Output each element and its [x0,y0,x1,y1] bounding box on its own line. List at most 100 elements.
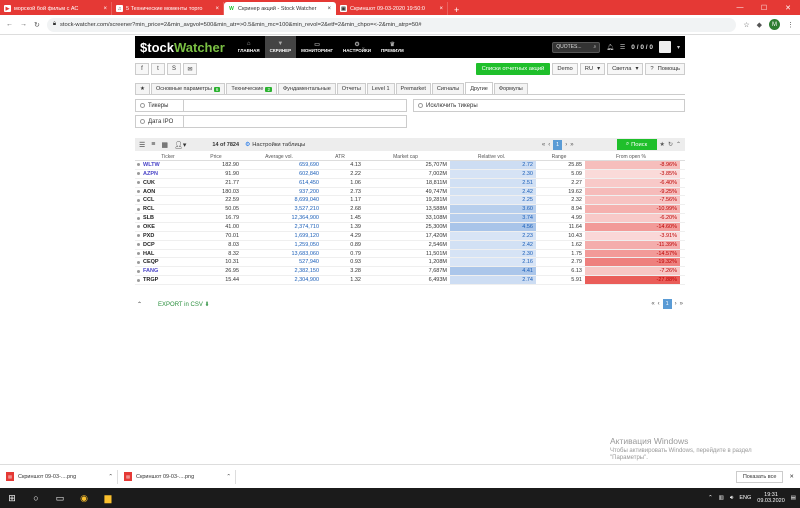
table-row[interactable]: CUK 21.77 614,450 1.06 18,811M 2.51 2.27 -6.40% [135,178,685,188]
page-number[interactable]: 1 [662,299,672,309]
page-number[interactable]: 1 [553,139,563,150]
ipo-date-filter[interactable]: Дата IPO [135,115,407,128]
cell-ticker[interactable]: SLB [143,214,193,222]
new-tab-icon[interactable]: + [448,5,465,15]
table-row[interactable]: CCL 22.59 8,699,040 1.17 19,281M 2.25 2.32 -7.5… [135,196,685,206]
network-icon[interactable]: ▥ [719,495,724,501]
twitter-icon[interactable]: t [151,63,165,75]
table-row[interactable]: FANG 26.95 2,382,150 3.28 7,687M 4.41 6.13 -7.2… [135,267,685,277]
col-price[interactable]: Price [193,153,239,160]
chrome-icon[interactable]: ◉ [76,490,92,506]
prev-page-icon[interactable]: ‹ [658,301,660,307]
menu-icon[interactable]: ⋮ [787,21,794,29]
cell-ticker[interactable]: FANG [143,267,193,275]
table-row[interactable]: AZPN 91.90 602,840 2.22 7,002M 2.30 5.09 -3.85% [135,169,685,179]
tab-main-params[interactable]: Основные параметры 6 [150,83,226,94]
prev-page-icon[interactable]: ‹ [548,142,550,148]
table-row[interactable]: CEQP 10.31 527,940 0.93 1,208M 2.16 2.79 -19.32… [135,258,685,268]
export-csv-link[interactable]: EXPORT in CSV ⬇ [158,301,210,308]
bell-icon[interactable]: 🔔︎ [606,44,614,51]
tab-technical[interactable]: Технические 2 [226,83,277,94]
close-icon[interactable]: × [215,6,219,12]
show-all-button[interactable]: Показать все [735,470,784,483]
cell-ticker[interactable]: CCL [143,196,193,204]
table-settings-button[interactable]: ⚙ Настройки таблицы [245,142,305,148]
chevron-up-icon[interactable]: ⌃ [676,141,681,148]
table-row[interactable]: HAL 8.32 13,683,060 0.79 11,501M 2.30 1.75 -14.… [135,249,685,259]
profile-avatar[interactable]: M [769,19,780,30]
col-relvol[interactable]: Relative vol. [450,153,536,160]
demo-button[interactable]: Demo [552,63,578,75]
close-icon[interactable]: × [439,6,443,12]
tickers-filter[interactable]: Тикеры [135,99,407,112]
first-page-icon[interactable]: « [651,301,654,307]
nav-settings[interactable]: ⚙ НАСТРОЙКИ [338,36,376,58]
cell-ticker[interactable]: CEQP [143,258,193,266]
table-row[interactable]: TRGP 15.44 2,304,900 1.32 6,493M 2.74 5.91 -27.… [135,276,685,286]
close-window-icon[interactable]: ✕ [776,4,800,12]
first-page-icon[interactable]: « [542,142,545,148]
close-icon[interactable]: × [327,6,331,12]
task-view-icon[interactable]: ▭ [52,490,68,506]
skype-icon[interactable]: S [167,63,181,75]
table-row[interactable]: AON 180.03 937,200 2.73 49,747M 2.42 19.62 -9.2… [135,187,685,197]
refresh-icon[interactable]: ↻ [668,141,673,148]
reports-list-button[interactable]: Списки отчетных акций [475,63,551,75]
list-icon[interactable]: ☰ [620,44,625,51]
cell-ticker[interactable]: OKE [143,223,193,231]
nav-home[interactable]: ⌂ ГЛАВНАЯ [233,36,265,58]
language-select[interactable]: RU ▾ [579,63,606,75]
url-field[interactable]: 🔒︎ stock-watcher.com/screener?min_price=… [46,17,737,32]
browser-tab-active[interactable]: W Скринер акций - Stock Watcher × [224,2,336,15]
table-row[interactable]: SLB 16.79 12,364,900 1.45 33,108M 3.74 4.99 -6.… [135,214,685,224]
back-icon[interactable]: ← [6,21,13,28]
download-item[interactable]: ▤ Скриншот 09-03-....png ⌃ [6,469,118,484]
tab-fundamental[interactable]: Фундаментальные [278,83,336,94]
user-icon[interactable]: 👤︎▾ [174,141,186,149]
cell-ticker[interactable]: TRGP [143,276,193,284]
last-page-icon[interactable]: » [680,301,683,307]
grid-view-icon[interactable]: ▦ [161,141,168,149]
quotes-search-input[interactable]: QUOTES... ⌕ [552,41,601,53]
next-page-icon[interactable]: › [565,142,567,148]
tab-formulas[interactable]: Формулы [493,83,528,94]
volume-icon[interactable]: 🔊︎ [730,495,733,502]
col-atr[interactable]: ATR [319,153,364,160]
table-row[interactable]: OKE 41.00 2,374,710 1.39 25,300M 4.56 11.64 -14… [135,223,685,232]
col-avgvol[interactable]: Average vol. [239,153,319,160]
exclude-tickers-filter[interactable]: Исключить тикеры [413,99,685,112]
extension-icon[interactable]: ◆ [757,21,762,29]
tab-premarket[interactable]: Premarket [395,83,431,94]
minimize-icon[interactable]: — [728,4,752,11]
cell-ticker[interactable]: DCP [143,241,193,249]
mail-icon[interactable]: ✉ [183,63,197,75]
clock[interactable]: 19:31 09.03.2020 [757,492,785,504]
table-row[interactable]: RCL 50.05 3,527,210 2.68 13,588M 3.60 8.94 -10.… [135,205,685,215]
cell-ticker[interactable]: WLTW [143,161,193,169]
up-arrow-icon[interactable]: ⌃ [708,495,713,501]
cell-ticker[interactable]: AON [143,188,193,196]
file-explorer-icon[interactable]: ▆ [100,490,116,506]
close-icon[interactable]: ✕ [789,474,794,480]
browser-tab[interactable]: ♫ 5 Технические моменты торго × [112,2,224,15]
chevron-down-icon[interactable]: ▾ [677,44,680,51]
theme-select[interactable]: Светла ▾ [607,63,644,75]
list-view-icon[interactable]: ☰ [139,141,145,149]
download-item[interactable]: ▤ Скриншот 09-03-....png ⌃ [124,469,236,484]
facebook-icon[interactable]: f [135,63,149,75]
notifications-icon[interactable]: ▤ [791,495,796,501]
col-mcap[interactable]: Market cap [364,153,450,160]
browser-tab[interactable]: ▣ Скриншот 09-03-2020 19:50:0 × [336,2,448,15]
nav-screener[interactable]: ▼ СКРИНЕР [264,36,297,58]
col-ticker[interactable]: Ticker [143,153,193,160]
nav-monitoring[interactable]: ▭ МОНИТОРИНГ [296,36,338,58]
table-row[interactable]: PXD 70.01 1,699,120 4.29 17,420M 2.23 10.43 -3.… [135,231,685,241]
table-row[interactable]: DCP 8.03 1,259,050 0.89 2,546M 2.42 1.62 -11.39… [135,240,685,250]
windows-start-icon[interactable]: ⊞ [4,490,20,506]
browser-tab[interactable]: ▶ морской бой фильм с АС × [0,2,112,15]
user-avatar[interactable] [658,41,671,53]
tab-reports[interactable]: Отчеты [336,83,366,94]
tab-signals[interactable]: Сигналы [431,83,465,94]
cell-ticker[interactable]: AZPN [143,170,193,178]
next-page-icon[interactable]: › [675,301,677,307]
